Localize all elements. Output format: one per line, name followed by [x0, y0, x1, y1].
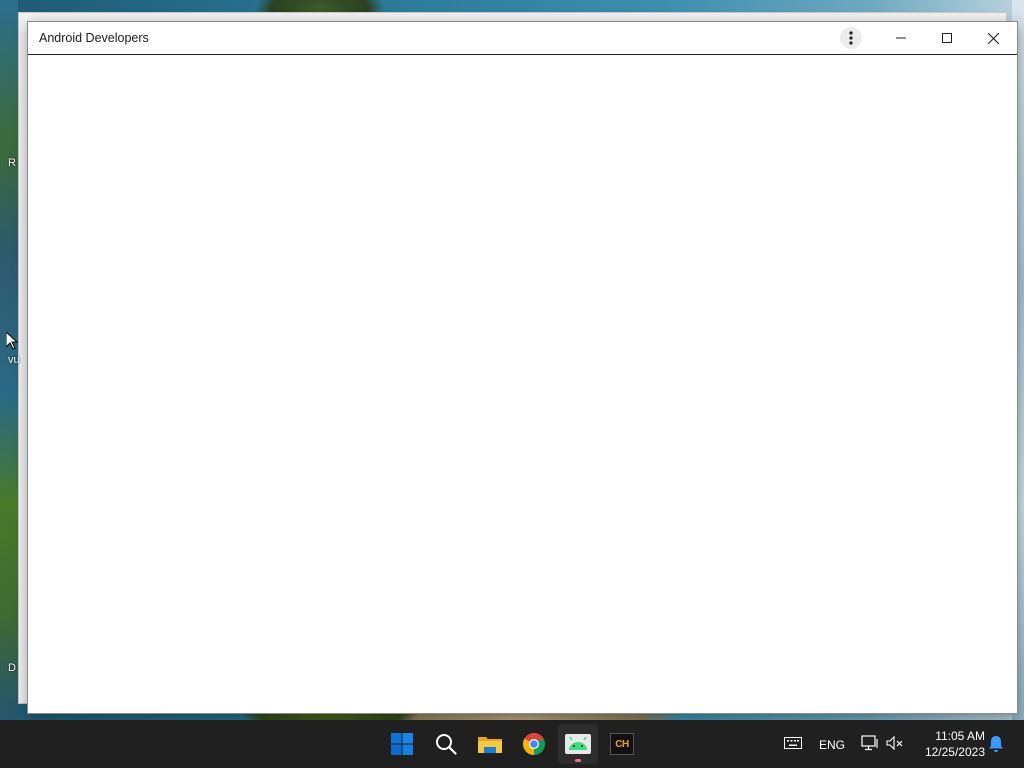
folder-icon	[478, 737, 502, 753]
desktop-edge-label: vu	[8, 354, 20, 366]
windows-start-icon	[391, 733, 413, 755]
network-button[interactable]	[861, 735, 879, 756]
notification-button[interactable]	[988, 735, 1004, 758]
active-indicator	[575, 759, 581, 762]
clock[interactable]: 11:05 AM 12/25/2023	[915, 728, 985, 760]
android-developers-button[interactable]	[558, 724, 598, 764]
title-bar[interactable]: Android Developers	[28, 22, 1017, 55]
start-button[interactable]	[382, 724, 422, 764]
clock-date: 12/25/2023	[924, 745, 985, 759]
file-explorer-button[interactable]	[470, 724, 510, 764]
window-content[interactable]	[28, 55, 1017, 713]
close-icon	[987, 32, 999, 44]
volume-muted-icon	[886, 735, 903, 751]
window-title: Android Developers	[39, 31, 149, 45]
menu-button[interactable]	[834, 22, 868, 54]
chrome-icon	[523, 733, 545, 755]
clock-time: 11:05 AM	[935, 729, 985, 743]
maximize-button[interactable]	[924, 22, 970, 54]
chrome-button[interactable]	[514, 724, 554, 764]
minimize-button[interactable]	[878, 22, 924, 54]
ch-app-button[interactable]: CH	[602, 724, 642, 764]
language-indicator[interactable]: ENG	[819, 738, 845, 752]
android-icon	[565, 734, 591, 754]
ch-app-icon: CH	[610, 733, 634, 755]
search-icon	[436, 734, 457, 755]
ch-app-label: CH	[615, 738, 629, 750]
desktop-edge-label: D	[8, 662, 16, 674]
minimize-icon	[896, 37, 906, 39]
taskbar: CH ENG 11:05 AM 12/25/2023	[0, 720, 1024, 768]
maximize-icon	[942, 33, 952, 43]
bell-icon	[989, 736, 1003, 752]
close-button[interactable]	[970, 22, 1016, 54]
mouse-cursor-icon	[6, 332, 18, 350]
desktop-edge-label: R	[8, 157, 16, 169]
network-icon	[861, 735, 878, 751]
more-vert-icon	[849, 31, 853, 45]
keyboard-icon	[784, 737, 802, 749]
keyboard-button[interactable]	[784, 736, 802, 755]
app-window[interactable]: Android Developers	[27, 21, 1018, 714]
volume-button[interactable]	[886, 735, 904, 756]
search-button[interactable]	[426, 724, 466, 764]
